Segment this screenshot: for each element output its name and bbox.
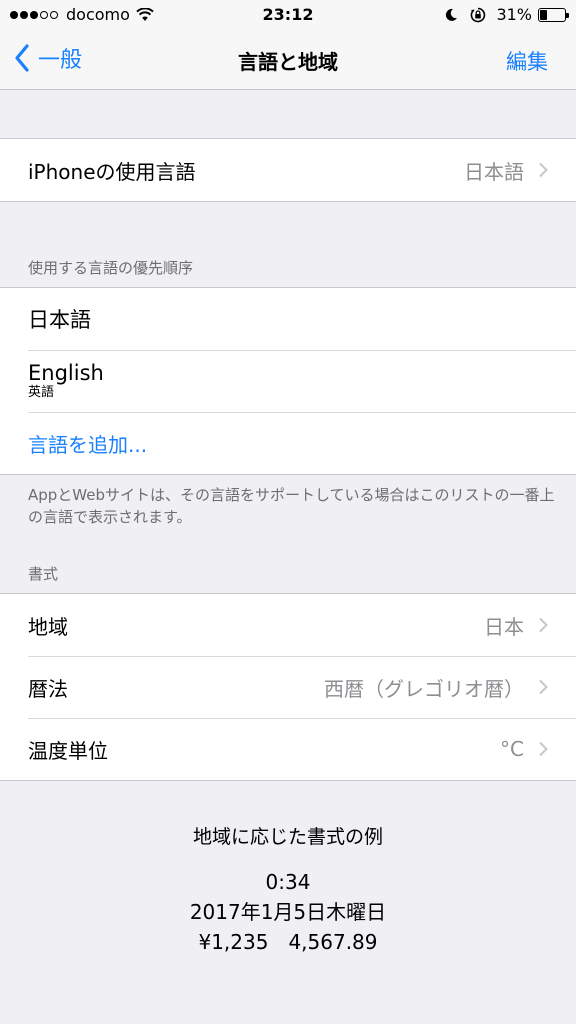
battery-percentage: 31% <box>496 5 532 24</box>
add-language-button[interactable]: 言語を追加... <box>0 412 576 474</box>
region-value: 日本 <box>484 614 524 639</box>
calendar-value: 西暦（グレゴリオ暦） <box>324 676 524 701</box>
format-header: 書式 <box>28 565 59 583</box>
status-right: 31% <box>444 5 569 24</box>
language-item-label: English <box>28 361 104 385</box>
preferred-languages-footer: AppとWebサイトは、その言語をサポートしている場合はこのリストの一番上の言語… <box>28 486 555 526</box>
status-bar: docomo 23:12 31% <box>0 0 576 30</box>
region-label: 地域 <box>28 614 68 639</box>
temperature-unit-row[interactable]: 温度単位 °C <box>0 718 576 780</box>
device-language-group: iPhoneの使用言語 日本語 <box>0 138 576 202</box>
format-example-numbers: ¥1,235 4,567.89 <box>198 930 378 954</box>
format-group: 地域 日本 暦法 西暦（グレゴリオ暦） 温度単位 °C <box>0 593 576 781</box>
do-not-disturb-moon-icon <box>446 8 458 21</box>
battery-icon <box>538 7 569 22</box>
format-example-time: 0:34 <box>265 870 311 894</box>
region-row[interactable]: 地域 日本 <box>0 594 576 656</box>
language-item-sublabel: 英語 <box>28 385 55 400</box>
device-language-label: iPhoneの使用言語 <box>28 159 196 184</box>
chevron-right-icon <box>539 162 548 178</box>
navigation-bar: 一般 言語と地域 編集 <box>0 30 576 90</box>
device-language-row[interactable]: iPhoneの使用言語 日本語 <box>0 139 576 201</box>
chevron-right-icon <box>539 679 548 695</box>
calendar-label: 暦法 <box>28 676 68 701</box>
chevron-right-icon <box>539 617 548 633</box>
orientation-lock-icon <box>471 7 486 22</box>
preferred-languages-group: 日本語 English 英語 言語を追加... <box>0 287 576 475</box>
temperature-unit-label: 温度単位 <box>28 738 108 763</box>
language-item-label: 日本語 <box>28 308 91 332</box>
format-example-title: 地域に応じた書式の例 <box>192 826 383 848</box>
preferred-languages-header: 使用する言語の優先順序 <box>28 259 194 277</box>
add-language-label: 言語を追加... <box>28 432 148 457</box>
device-language-value: 日本語 <box>464 159 524 184</box>
battery-level-fill <box>540 9 548 20</box>
calendar-row[interactable]: 暦法 西暦（グレゴリオ暦） <box>0 656 576 718</box>
page-title: 言語と地域 <box>238 50 338 74</box>
temperature-unit-value: °C <box>500 737 524 761</box>
format-example: 地域に応じた書式の例 0:34 2017年1月5日木曜日 ¥1,235 4,56… <box>0 822 576 957</box>
chevron-right-icon <box>539 741 548 757</box>
language-item-english[interactable]: English 英語 <box>0 350 576 412</box>
format-example-date: 2017年1月5日木曜日 <box>189 900 387 924</box>
language-item-japanese[interactable]: 日本語 <box>0 288 576 350</box>
edit-button[interactable]: 編集 <box>506 46 548 76</box>
